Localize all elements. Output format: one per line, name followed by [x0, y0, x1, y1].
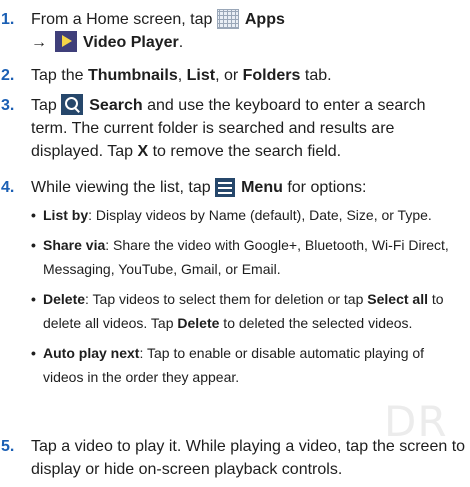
video-player-label: Video Player	[83, 34, 179, 51]
option-delete: Delete: Tap videos to select them for de…	[31, 287, 463, 335]
step-5: 5. Tap a video to play it. While playing…	[0, 435, 470, 481]
step-number: 1.	[1, 11, 15, 28]
video-player-icon	[55, 31, 77, 52]
search-label: Search	[89, 97, 143, 114]
list-tab-label: List	[186, 67, 216, 84]
folders-tab-label: Folders	[242, 67, 301, 84]
menu-label: Menu	[241, 179, 283, 196]
option-auto-play-next: Auto play next: Tap to enable or disable…	[31, 341, 463, 389]
search-icon	[61, 94, 84, 115]
option-list-by: List by: Display videos by Name (default…	[31, 203, 463, 227]
step-4: 4. While viewing the list, tap Menu for …	[0, 176, 463, 395]
step-number: 4.	[1, 179, 15, 196]
arrow-right-icon: →	[31, 34, 47, 51]
step-number: 5.	[1, 438, 15, 455]
step-number: 3.	[1, 97, 15, 114]
step-1: 1. From a Home screen, tap Apps → Video P…	[0, 8, 461, 54]
step-text: From a Home screen, tap	[31, 11, 213, 28]
apps-label: Apps	[244, 11, 285, 28]
menu-options-list: List by: Display videos by Name (default…	[31, 203, 463, 389]
x-label: X	[137, 143, 149, 160]
thumbnails-tab-label: Thumbnails	[87, 67, 178, 84]
instructions-page: DR 1. From a Home screen, tap Apps → Vide…	[0, 0, 470, 487]
option-share-via: Share via: Share the video with Google+,…	[31, 233, 463, 281]
step-number: 2.	[1, 67, 15, 84]
apps-grid-icon	[216, 9, 239, 29]
step-3: 3. Tap Search and use the keyboard to en…	[0, 94, 463, 163]
step-2: 2. Tap the Thumbnails, List, or Folders …	[0, 64, 461, 87]
menu-icon	[215, 178, 236, 197]
